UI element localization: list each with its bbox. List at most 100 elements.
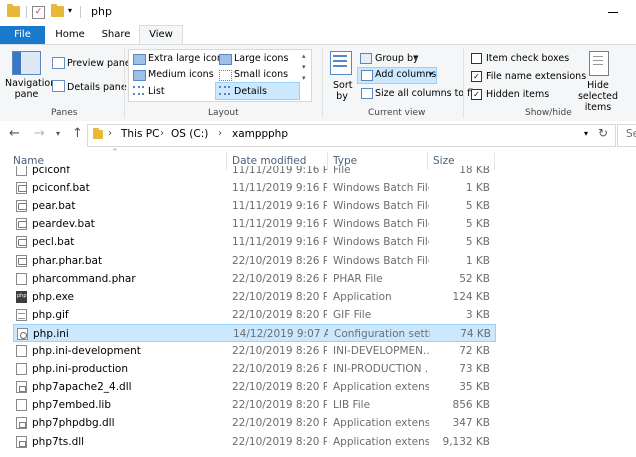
file-size: 856 KB	[452, 399, 490, 412]
file-type: INI-PRODUCTION ...	[333, 363, 429, 376]
file-name: php.ini-production	[32, 363, 128, 376]
file-row[interactable]: php.gif 22/10/2019 8:20 PM GIF File 3 KB	[13, 306, 494, 324]
layout-scroll-icon[interactable]: ▴ ▾ ▾	[302, 51, 306, 84]
file-name: php.gif	[32, 308, 69, 321]
tab-home[interactable]: Home	[47, 26, 93, 44]
forward-arrow-icon[interactable]: →	[34, 126, 45, 141]
file-date-modified: 22/10/2019 8:20 PM	[232, 308, 327, 321]
file-name-extensions-checkbox[interactable]: ✓	[471, 71, 482, 82]
hidden-items-label[interactable]: Hidden items	[486, 89, 549, 100]
file-row[interactable]: php.ini-production 22/10/2019 8:26 PM INI-…	[13, 360, 494, 378]
layout-details[interactable]: Details	[234, 86, 267, 97]
tab-share[interactable]: Share	[95, 26, 137, 44]
file-row[interactable]: pecl.bat 11/11/2019 9:16 PM Windows Batch …	[13, 233, 494, 251]
divider	[463, 48, 464, 118]
address-bar[interactable]	[87, 124, 616, 147]
file-name: php.exe	[32, 290, 74, 303]
file-row[interactable]: phar.phar.bat 22/10/2019 8:26 PM Windows B…	[13, 252, 494, 270]
address-history-icon[interactable]: ▾	[584, 129, 588, 138]
file-name: php7apache2_4.dll	[32, 381, 132, 394]
file-row[interactable]: pciconf.bat 11/11/2019 9:16 PM Windows Bat…	[13, 179, 494, 197]
layout-small-icons[interactable]: Small icons	[234, 69, 288, 80]
panes-group-label: Panes	[51, 108, 78, 118]
file-size: 52 KB	[459, 272, 490, 285]
file-size: 347 KB	[452, 417, 490, 430]
details-pane-button[interactable]: Details pane	[67, 82, 127, 93]
file-name: phar.phar.bat	[32, 254, 103, 267]
breadcrumb-this-pc[interactable]: This PC	[121, 128, 159, 140]
file-row[interactable]: php7embed.lib 22/10/2019 8:20 PM LIB File 8…	[13, 396, 494, 414]
search-box[interactable]: Se	[617, 124, 636, 147]
sort-by-button[interactable]: Sort by	[333, 80, 352, 102]
file-row[interactable]: php7apache2_4.dll 22/10/2019 8:20 PM Appli…	[13, 378, 494, 396]
layout-large-icons[interactable]: Large icons	[234, 53, 288, 64]
file-row[interactable]: php.ini-development 22/10/2019 8:26 PM INI…	[13, 342, 494, 360]
new-folder-icon[interactable]	[51, 4, 64, 17]
breadcrumb-xampp[interactable]: xampp	[232, 128, 268, 140]
preview-pane-button[interactable]: Preview pane	[67, 58, 131, 69]
file-date-modified: 11/11/2019 9:16 PM	[232, 218, 327, 231]
layout-list[interactable]: List	[148, 86, 165, 97]
back-arrow-icon[interactable]: ←	[9, 126, 20, 141]
tab-view[interactable]: View	[139, 25, 183, 45]
breadcrumb-separator-icon[interactable]: ›	[108, 128, 112, 139]
file-date-modified: 22/10/2019 8:20 PM	[232, 417, 327, 430]
preview-pane-icon	[52, 57, 65, 69]
recent-locations-icon[interactable]: ▾	[56, 129, 60, 138]
breadcrumb-separator-icon[interactable]: ›	[218, 128, 222, 139]
layout-medium-icons[interactable]: Medium icons	[148, 69, 214, 80]
folder-icon	[93, 128, 103, 139]
customize-quick-access-icon[interactable]: ▾	[68, 6, 72, 15]
file-file-icon	[16, 166, 27, 176]
file-type: Windows Batch File	[333, 236, 429, 249]
hidden-items-checkbox[interactable]: ✓	[471, 89, 482, 100]
size-all-columns-button[interactable]: Size all columns to fit	[375, 88, 477, 99]
breadcrumb-os-c[interactable]: OS (C:)	[171, 128, 208, 140]
hide-selected-items-button[interactable]: Hide selected items	[570, 80, 626, 113]
file-row[interactable]: php7phpdbg.dll 22/10/2019 8:20 PM Applicat…	[13, 414, 494, 432]
tab-file[interactable]: File	[0, 26, 45, 44]
group-by-button[interactable]: Group by	[375, 53, 419, 64]
file-name: php.ini	[33, 327, 69, 340]
file-row[interactable]: php7ts.dll 22/10/2019 8:20 PM Application …	[13, 433, 494, 451]
bat-file-icon	[16, 236, 27, 249]
properties-icon[interactable]: ✓	[32, 6, 45, 19]
item-check-boxes-checkbox[interactable]	[471, 53, 482, 64]
add-columns-icon	[361, 70, 373, 81]
dll-file-icon	[16, 417, 27, 430]
file-row[interactable]: peardev.bat 11/11/2019 9:16 PM Windows Bat…	[13, 215, 494, 233]
navigation-pane-icon[interactable]	[12, 51, 41, 75]
breadcrumb-php[interactable]: php	[268, 128, 288, 140]
file-row[interactable]: php.exe 22/10/2019 8:20 PM Application 124 …	[13, 288, 494, 306]
file-size: 73 KB	[459, 363, 490, 376]
dll-file-icon	[16, 435, 27, 448]
group-by-icon	[360, 53, 372, 64]
search-placeholder: Se	[626, 128, 636, 140]
minimize-icon[interactable]	[608, 12, 618, 13]
file-name: pciconf.bat	[32, 182, 90, 195]
list-icon	[133, 86, 144, 95]
up-arrow-icon[interactable]: ↑	[72, 126, 83, 141]
file-size: 124 KB	[452, 290, 490, 303]
file-name: pharcommand.phar	[32, 272, 136, 285]
file-type: Configuration setti...	[334, 327, 430, 340]
refresh-icon[interactable]: ↻	[598, 126, 608, 140]
layout-group-label: Layout	[208, 108, 239, 118]
medium-icons-icon	[133, 70, 146, 81]
file-size: 5 KB	[465, 218, 490, 231]
layout-extra-large-icons[interactable]: Extra large icons	[148, 53, 228, 64]
file-row[interactable]: pciconf 11/11/2019 9:16 PM File 18 KB	[13, 166, 494, 179]
file-type: GIF File	[333, 308, 372, 321]
bat-file-icon	[16, 200, 27, 213]
breadcrumb-separator-icon[interactable]: ›	[258, 128, 262, 139]
add-columns-button[interactable]: Add columns	[375, 69, 436, 80]
file-type: LIB File	[333, 399, 371, 412]
bat-file-icon	[16, 182, 27, 195]
size-columns-icon	[361, 88, 373, 99]
file-row[interactable]: php.ini 14/12/2019 9:07 A... Configuration…	[13, 323, 496, 342]
navigation-pane-button[interactable]: Navigation pane	[5, 78, 56, 100]
item-check-boxes-label[interactable]: Item check boxes	[486, 53, 569, 64]
file-row[interactable]: pear.bat 11/11/2019 9:16 PM Windows Batch …	[13, 197, 494, 215]
file-row[interactable]: pharcommand.phar 22/10/2019 8:26 PM PHAR F…	[13, 270, 494, 288]
breadcrumb-separator-icon[interactable]: ›	[160, 128, 164, 139]
